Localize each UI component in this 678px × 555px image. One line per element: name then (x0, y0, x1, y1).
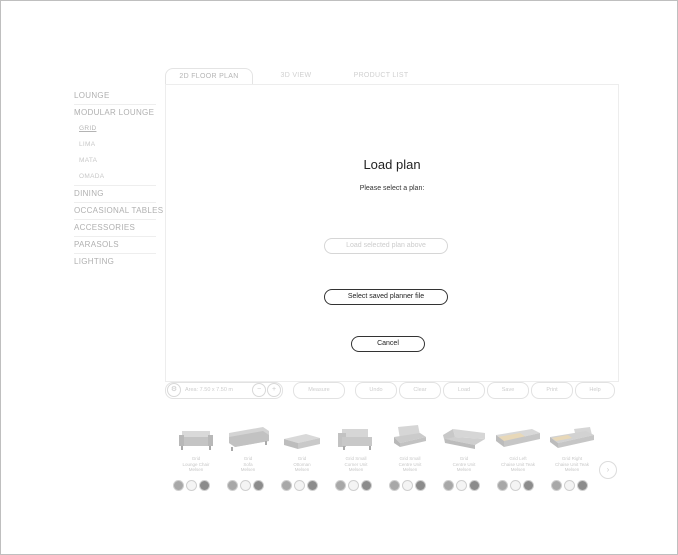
tab-product-list[interactable]: PRODUCT LIST (341, 68, 421, 84)
swatch-group (169, 480, 223, 491)
product-card[interactable]: Grid Centre Unit Melsen (437, 423, 491, 491)
dialog-subtitle: Please select a plan: (359, 185, 425, 192)
swatch-dark[interactable] (469, 480, 480, 491)
sidebar-item-lighting[interactable]: LIGHTING (74, 254, 156, 270)
measure-button[interactable]: Measure (293, 382, 345, 399)
swatch-white[interactable] (510, 480, 521, 491)
product-card[interactable]: Grid Right Chaise Unit Teak Melsen (545, 423, 599, 491)
sidebar-subitem-mata[interactable]: MATA (74, 153, 156, 169)
load-plan-dialog: Load plan Please select a plan: Load sel… (165, 84, 619, 382)
undo-button[interactable]: Undo (355, 382, 397, 399)
sidebar-item-accessories[interactable]: ACCESSORIES (74, 220, 156, 237)
swatch-white[interactable] (456, 480, 467, 491)
swatch-group (437, 480, 491, 491)
swatch-grey[interactable] (497, 480, 508, 491)
app-frame: LOUNGE MODULAR LOUNGE GRID LIMA MATA OMA… (0, 0, 678, 555)
product-card[interactable]: Grid Lounge Chair Melsen (169, 423, 223, 491)
tab-2d-floor-plan[interactable]: 2D FLOOR PLAN (165, 68, 253, 85)
product-card[interactable]: Grid Ottoman Melsen (275, 423, 329, 491)
swatch-grey[interactable] (173, 480, 184, 491)
swatch-white[interactable] (294, 480, 305, 491)
swatch-dark[interactable] (523, 480, 534, 491)
product-card[interactable]: Grid Small Corner Unit Melsen (329, 423, 383, 491)
swatch-white[interactable] (348, 480, 359, 491)
tab-3d-view[interactable]: 3D VIEW (261, 68, 331, 84)
swatch-white[interactable] (402, 480, 413, 491)
swatch-group (275, 480, 329, 491)
lounge-chair-icon (179, 431, 213, 450)
product-name: Grid Right Chaise Unit Teak Melsen (555, 456, 589, 472)
gear-icon[interactable]: ⚙ (167, 383, 181, 397)
ottoman-icon (284, 434, 320, 449)
print-button[interactable]: Print (531, 382, 573, 399)
swatch-white[interactable] (240, 480, 251, 491)
swatch-grey[interactable] (335, 480, 346, 491)
swatch-dark[interactable] (307, 480, 318, 491)
product-carousel: Grid Lounge Chair Melsen Grid Sofa Melse… (169, 423, 617, 503)
small-centre-unit-icon (394, 425, 426, 447)
load-button[interactable]: Load (443, 382, 485, 399)
save-button[interactable]: Save (487, 382, 529, 399)
right-chaise-unit-icon (550, 427, 594, 448)
planner-toolbar: ⚙ Area: 7.50 x 7.50 m − + Measure Undo C… (165, 382, 617, 400)
swatch-grey[interactable] (389, 480, 400, 491)
help-button[interactable]: Help (575, 382, 615, 399)
swatch-group (329, 480, 383, 491)
product-name: Grid Centre Unit Melsen (452, 456, 476, 472)
swatch-group (491, 480, 545, 491)
sidebar-item-occasional-tables[interactable]: OCCASIONAL TABLES (74, 203, 163, 220)
product-name: Grid Lounge Chair Melsen (182, 456, 210, 472)
swatch-group (545, 480, 599, 491)
zoom-out-icon[interactable]: − (252, 383, 266, 397)
sofa-icon (229, 427, 269, 451)
swatch-white[interactable] (564, 480, 575, 491)
product-name: Grid Small Corner Unit Melsen (344, 456, 368, 472)
sidebar-item-lounge[interactable]: LOUNGE (74, 88, 156, 105)
left-chaise-unit-icon (496, 429, 540, 447)
swatch-dark[interactable] (361, 480, 372, 491)
swatch-dark[interactable] (577, 480, 588, 491)
load-selected-plan-button[interactable]: Load selected plan above (324, 238, 448, 254)
swatch-group (221, 480, 275, 491)
area-label: Area: 7.50 x 7.50 m (185, 387, 233, 393)
swatch-grey[interactable] (227, 480, 238, 491)
centre-unit-icon (443, 429, 485, 449)
swatch-group (383, 480, 437, 491)
swatch-white[interactable] (186, 480, 197, 491)
dialog-title: Load plan (363, 157, 421, 172)
category-sidebar: LOUNGE MODULAR LOUNGE GRID LIMA MATA OMA… (74, 88, 163, 270)
swatch-dark[interactable] (415, 480, 426, 491)
product-card[interactable]: Grid Small Centre Unit Melsen (383, 423, 437, 491)
clear-button[interactable]: Clear (399, 382, 441, 399)
product-name: Grid Sofa Melsen (240, 456, 256, 472)
swatch-dark[interactable] (253, 480, 264, 491)
small-corner-unit-icon (338, 429, 372, 450)
zoom-in-icon[interactable]: + (267, 383, 281, 397)
chevron-right-icon[interactable]: › (599, 461, 617, 479)
swatch-grey[interactable] (443, 480, 454, 491)
product-card[interactable]: Grid Left Chaise Unit Teak Melsen (491, 423, 545, 491)
swatch-grey[interactable] (281, 480, 292, 491)
product-card[interactable]: Grid Sofa Melsen (221, 423, 275, 491)
select-saved-file-button[interactable]: Select saved planner file (324, 289, 448, 305)
area-control[interactable]: ⚙ Area: 7.50 x 7.50 m − + (165, 382, 283, 399)
cancel-button[interactable]: Cancel (351, 336, 425, 352)
swatch-grey[interactable] (551, 480, 562, 491)
sidebar-item-dining[interactable]: DINING (74, 186, 156, 203)
sidebar-item-parasols[interactable]: PARASOLS (74, 237, 156, 254)
sidebar-item-modular-lounge[interactable]: MODULAR LOUNGE (74, 105, 156, 121)
swatch-dark[interactable] (199, 480, 210, 491)
sidebar-subitem-omada[interactable]: OMADA (74, 169, 156, 186)
product-name: Grid Left Chaise Unit Teak Melsen (501, 456, 535, 472)
sidebar-subitem-grid[interactable]: GRID (74, 121, 156, 137)
sidebar-subitem-lima[interactable]: LIMA (74, 137, 156, 153)
product-name: Grid Small Centre Unit Melsen (398, 456, 422, 472)
product-name: Grid Ottoman Melsen (293, 456, 311, 472)
